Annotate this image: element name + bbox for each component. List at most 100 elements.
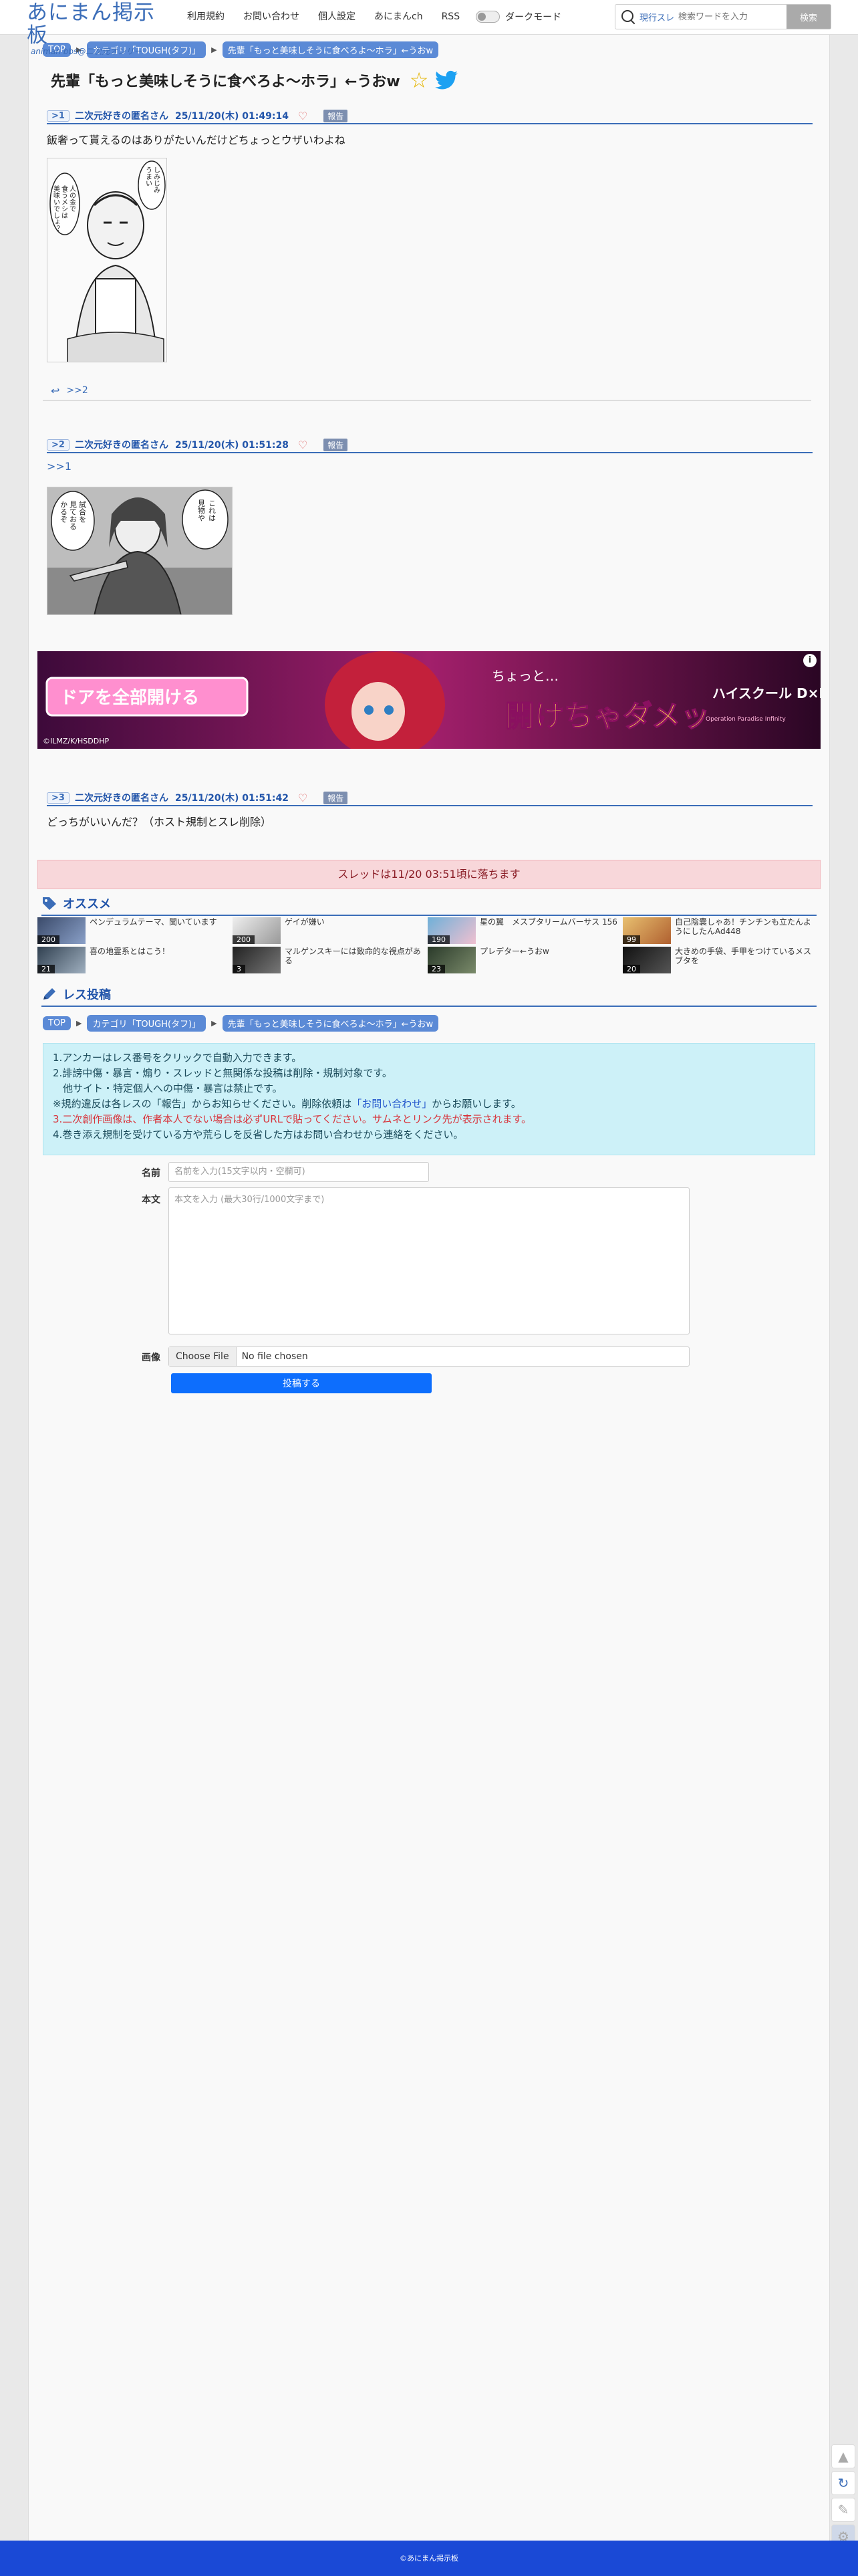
- post-date: 25/11/20(木) 01:51:42: [174, 793, 289, 804]
- comment-count: 23: [428, 965, 445, 973]
- anchor-link[interactable]: >>1: [47, 460, 72, 473]
- recommended-item[interactable]: 23 プレデター←うおw: [428, 947, 621, 973]
- site-footer: ©あにまん掲示板: [0, 2541, 858, 2576]
- comment-count: 20: [623, 965, 640, 973]
- breadcrumb-separator: ▶: [76, 1019, 82, 1028]
- rule-line: ※規約違反は各レスの「報告」からお知らせください。削除依頼は「お問い合わせ」から…: [53, 1096, 805, 1112]
- reply-arrow-icon: ↩: [51, 384, 60, 397]
- recommended-thumb: 21: [37, 947, 86, 973]
- post-number[interactable]: >1: [47, 110, 69, 122]
- post-number[interactable]: >3: [47, 792, 69, 804]
- recommended-item[interactable]: 200 ペンデュラムテーマ、聞いています: [37, 917, 231, 944]
- submit-button[interactable]: 投稿する: [171, 1373, 432, 1393]
- toggle-track[interactable]: [476, 11, 500, 23]
- recommended-thumb: 20: [623, 947, 671, 973]
- speech-bubble-text: これは: [208, 499, 217, 521]
- like-heart-icon[interactable]: ♡: [298, 439, 307, 451]
- ad-left-text: ドアを全部開ける: [60, 687, 199, 708]
- name-input[interactable]: 名前を入力(15文字以内・空欄可): [168, 1162, 429, 1182]
- ad-banner-art: ドアを全部開ける ©ILMZ/K/HSDDHP ちょっと… 開けちゃダメッ ハイ…: [37, 651, 821, 749]
- reload-button[interactable]: ↻: [831, 2471, 855, 2495]
- comment-count: 21: [37, 965, 55, 973]
- search-scope[interactable]: 現行スレ: [639, 11, 674, 23]
- recommended-title-text: ゲイが嫌い: [285, 917, 325, 927]
- recommended-item[interactable]: 190 星の翼 メスブタリームバーサス 156: [428, 917, 621, 944]
- ad-big-text: 開けちゃダメッ: [505, 699, 710, 733]
- ad-middle-text: ちょっと…: [492, 668, 559, 684]
- search-button[interactable]: 検索: [786, 5, 831, 29]
- post-number[interactable]: >2: [47, 439, 69, 451]
- breadcrumb-top[interactable]: TOP: [43, 1016, 72, 1030]
- report-button[interactable]: 報告: [323, 109, 348, 122]
- image-file-input[interactable]: Choose File No file chosen: [168, 1346, 690, 1367]
- ad-logo-sub: Operation Paradise Infinity: [706, 716, 786, 723]
- recommended-item[interactable]: 200 ゲイが嫌い: [233, 917, 426, 944]
- recommended-thumb: 190: [428, 917, 476, 944]
- comment-count: 190: [428, 935, 450, 944]
- speech-bubble-text: 美味いでしょ？: [52, 185, 60, 232]
- speech-bubble-text: 人の金で: [68, 185, 76, 212]
- choose-file-button[interactable]: Choose File: [169, 1347, 237, 1366]
- rule-line: 1.アンカーはレス番号をクリックで自動入力できます。: [53, 1052, 302, 1064]
- like-heart-icon[interactable]: ♡: [298, 110, 307, 122]
- recommended-title-text: 星の翼 メスブタリームバーサス 156: [480, 917, 617, 927]
- like-heart-icon[interactable]: ♡: [298, 792, 307, 804]
- speech-bubble-text: うまい: [144, 166, 152, 187]
- search-box: 現行スレ 検索: [615, 4, 831, 29]
- contact-link[interactable]: 「お問い合わせ」: [351, 1098, 432, 1110]
- recommended-title-text: ペンデュラムテーマ、聞いています: [90, 917, 217, 927]
- nav-rss[interactable]: RSS: [432, 9, 470, 24]
- post-2-image[interactable]: 試合を 見ておる かるぞ これは 見物や: [47, 487, 233, 615]
- rule-line-warning: 3.二次創作画像は、作者本人でない場合は必ずURLで貼ってください。サムネとリン…: [53, 1113, 532, 1125]
- recommended-thumb: 200: [233, 917, 281, 944]
- favorite-star-icon[interactable]: ☆: [410, 70, 429, 91]
- report-button[interactable]: 報告: [323, 438, 348, 451]
- manga-panel-pointing: 試合を 見ておる かるぞ これは 見物や: [47, 487, 232, 614]
- recommended-item[interactable]: 3 マルゲンスキーには致命的な視点がある: [233, 947, 426, 973]
- ad-info-icon[interactable]: i: [803, 654, 817, 667]
- body-textarea[interactable]: 本文を入力 (最大30行/1000文字まで): [168, 1187, 690, 1334]
- dark-mode-toggle[interactable]: ダークモード: [469, 9, 561, 24]
- search-input[interactable]: [678, 11, 779, 22]
- twitter-share-icon[interactable]: [435, 70, 458, 90]
- nav-animanch[interactable]: あにまんch: [365, 9, 432, 24]
- recommended-thumb: 3: [233, 947, 281, 973]
- post-form-title: レス投稿: [63, 988, 111, 1002]
- speech-bubble-text: 試合を: [78, 500, 87, 523]
- breadcrumb-bottom: TOP ▶ カテゴリ「TOUGH(タフ)」 ▶ 先輩「もっと美味しそうに食べろよ…: [43, 1015, 439, 1032]
- breadcrumb-separator: ▶: [211, 1019, 217, 1028]
- post-form-header: レス投稿: [41, 985, 817, 1007]
- post-2: >2 二次元好きの匿名さん 25/11/20(木) 01:51:28 ♡ 報告 …: [47, 438, 813, 473]
- ad-banner[interactable]: ドアを全部開ける ©ILMZ/K/HSDDHP ちょっと… 開けちゃダメッ ハイ…: [37, 651, 821, 749]
- recommended-item[interactable]: 21 喜の地霊系とはこう！: [37, 947, 231, 973]
- nav-settings[interactable]: 個人設定: [309, 9, 365, 24]
- site-logo[interactable]: あにまん掲示板 animan bbs@二次元オンリー: [27, 1, 167, 56]
- comment-count: 200: [37, 935, 59, 944]
- reload-icon: ↻: [837, 2475, 849, 2491]
- name-label: 名前: [142, 1168, 160, 1179]
- recommended-item[interactable]: 99 自己陰嚢しゃあ！チンチンも立たんようにしたんAd448: [623, 917, 817, 944]
- scroll-top-button[interactable]: ▲: [831, 2444, 855, 2468]
- nav-contact[interactable]: お問い合わせ: [234, 9, 309, 24]
- write-button[interactable]: ✎: [831, 2498, 855, 2522]
- breadcrumb-category[interactable]: カテゴリ「TOUGH(タフ)」: [87, 1015, 206, 1032]
- post-body: >>1: [47, 460, 813, 473]
- post-1-image[interactable]: 人の金で 食うメシは 美味いでしょ？ しみじみ うまい: [47, 158, 167, 362]
- nav-terms[interactable]: 利用規約: [178, 9, 234, 24]
- post-header: >3 二次元好きの匿名さん 25/11/20(木) 01:51:42 ♡ 報告: [47, 791, 813, 806]
- logo-sub-text: animan bbs@二次元オンリー: [31, 47, 142, 56]
- dark-mode-label: ダークモード: [505, 12, 562, 23]
- breadcrumb-thread[interactable]: 先輩「もっと美味しそうに食べろよ～ホラ」←うおw: [222, 1015, 439, 1032]
- toggle-knob: [478, 13, 486, 21]
- recommended-thumb: 23: [428, 947, 476, 973]
- poster-name: 二次元好きの匿名さん: [74, 440, 168, 451]
- poster-name: 二次元好きの匿名さん: [74, 793, 168, 804]
- breadcrumb-thread[interactable]: 先輩「もっと美味しそうに食べろよ～ホラ」←うおw: [222, 41, 439, 58]
- tag-icon: [43, 897, 56, 910]
- reply-link[interactable]: >>2: [66, 385, 88, 396]
- recommended-item[interactable]: 20 大きめの手袋、手甲をつけているメスブタを: [623, 947, 817, 973]
- rule-text: ※規約違反は各レスの「報告」からお知らせください。削除依頼は: [53, 1098, 352, 1110]
- reply-bar: ↩ >>2: [43, 381, 811, 401]
- site-header: あにまん掲示板 animan bbs@二次元オンリー 利用規約 お問い合わせ 個…: [0, 0, 858, 56]
- report-button[interactable]: 報告: [323, 791, 348, 804]
